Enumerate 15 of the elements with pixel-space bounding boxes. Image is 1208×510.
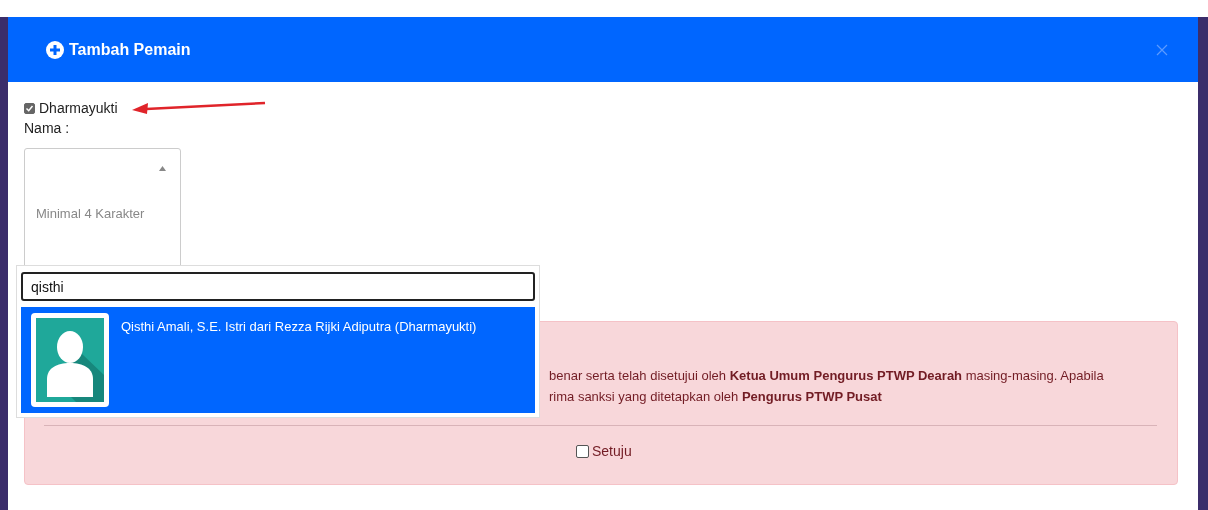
result-text: Qisthi Amali, S.E. Istri dari Rezza Rijki Adiputra (Dharmayukti)	[121, 318, 477, 334]
notice-text: rima sanksi yang ditetapkan oleh Pengurus PTWP Pusat	[549, 388, 883, 406]
notice-text: benar serta telah disetujui oleh Ketua Umum Pengurus PTWP Dearah masing-masing. Apabila	[549, 367, 1105, 385]
name-label: Nama :	[24, 120, 70, 136]
agree-checkbox[interactable]	[576, 444, 589, 458]
dharmayukti-label: Dharmayukti	[39, 100, 118, 116]
avatar-icon	[31, 313, 109, 407]
select-placeholder: Minimal 4 Karakter	[36, 205, 145, 221]
agree-label: Setuju	[592, 443, 632, 459]
result-option[interactable]: Qisthi Amali, S.E. Istri dari Rezza Rijki Adiputra (Dharmayukti)	[21, 307, 535, 413]
caret-icon	[159, 166, 166, 171]
plus-circle-icon	[46, 40, 64, 59]
dharmayukti-checkbox[interactable]	[24, 102, 35, 114]
search-field[interactable]: qisthi	[21, 272, 535, 301]
modal-title: Tambah Pemain	[69, 40, 191, 59]
